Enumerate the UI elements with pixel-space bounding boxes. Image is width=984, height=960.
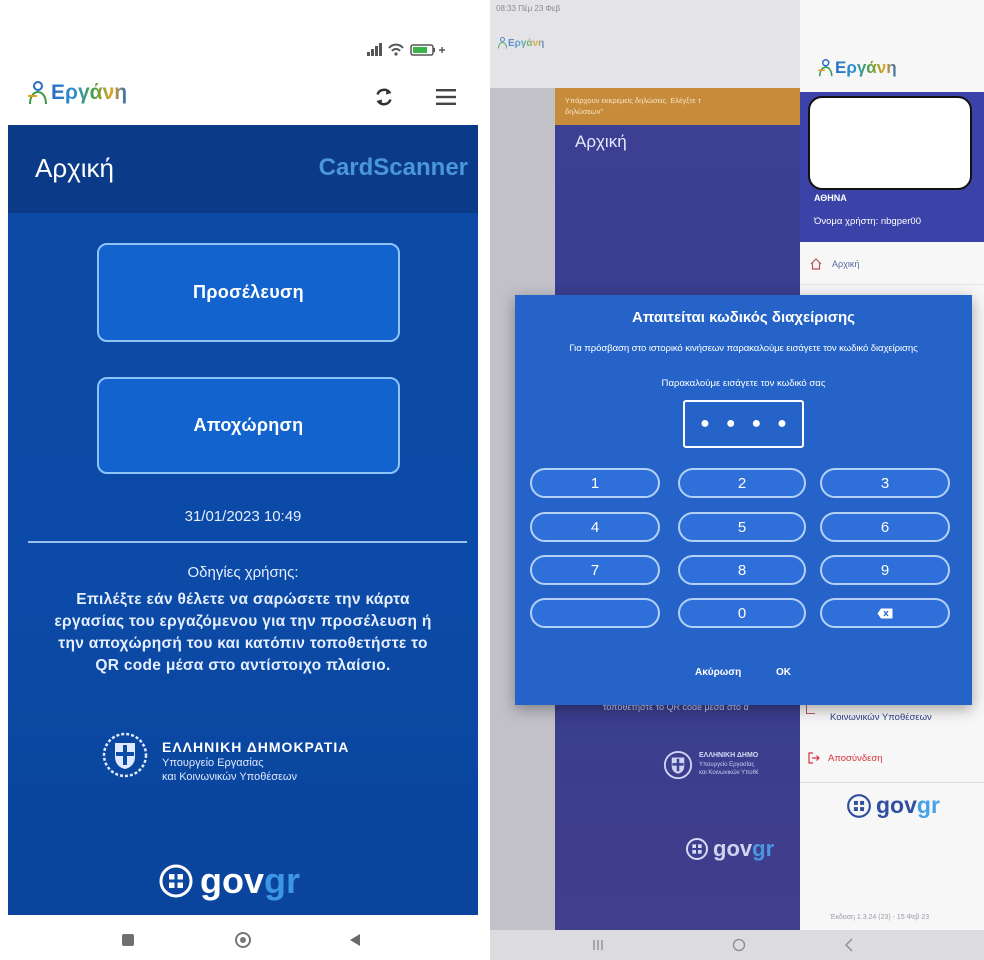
recents-icon[interactable] bbox=[122, 934, 134, 946]
keypad-key-backspace[interactable] bbox=[820, 598, 950, 628]
keypad-key-5[interactable]: 5 bbox=[678, 512, 806, 542]
checkout-button[interactable]: Αποχώρηση bbox=[97, 377, 400, 474]
govgr-text-gov: gov bbox=[200, 860, 265, 901]
back-icon[interactable] bbox=[349, 933, 361, 947]
divider bbox=[800, 284, 984, 285]
drawer-item-label: Αποσύνδεση bbox=[828, 752, 883, 764]
bg-app-logo: Εργάνη bbox=[496, 36, 544, 50]
keypad-key-0[interactable]: 0 bbox=[678, 598, 806, 628]
bg-emblem-line: Υπουργείο Εργασίας bbox=[699, 762, 755, 768]
greek-emblem-icon bbox=[663, 750, 693, 780]
banner-line: Υπάρχουν εκκρεμείς δηλώσεις. Ελέγξτε τ bbox=[565, 96, 701, 105]
page-title: Αρχική bbox=[35, 153, 115, 183]
pending-declarations-banner[interactable]: Υπάρχουν εκκρεμείς δηλώσεις. Ελέγξτε τ δ… bbox=[555, 88, 800, 125]
ok-button[interactable]: OK bbox=[776, 667, 791, 678]
keypad-key-blank[interactable] bbox=[530, 598, 660, 628]
instructions-line: QR code μέσα στο αντίστοιχο πλαίσιο. bbox=[95, 657, 391, 674]
tablet-nav-bar bbox=[490, 930, 984, 960]
keypad-key-1[interactable]: 1 bbox=[530, 468, 660, 498]
divider bbox=[28, 541, 467, 543]
app-logo-text: Εργάνη bbox=[51, 81, 128, 104]
keypad-key-9[interactable]: 9 bbox=[820, 555, 950, 585]
keypad-key-4[interactable]: 4 bbox=[530, 512, 660, 542]
checkin-button[interactable]: Προσέλευση bbox=[97, 243, 400, 342]
datetime: 31/01/2023 10:49 bbox=[184, 508, 302, 525]
govgr-icon bbox=[686, 838, 708, 860]
dialog-message: Για πρόσβαση στο ιστορικό κινήσεων παρακ… bbox=[569, 343, 918, 354]
govgr-icon bbox=[847, 793, 871, 818]
instructions-line: την αποχώρησή του και κατόπιν τοποθετήστ… bbox=[58, 635, 428, 652]
home-icon[interactable] bbox=[234, 931, 252, 949]
instructions-line: Επιλέξτε εάν θέλετε να σαρώσετε την κάρτ… bbox=[76, 591, 410, 608]
redacted-box bbox=[808, 96, 972, 190]
bg-govgr-gov: gov bbox=[713, 836, 753, 861]
backspace-icon bbox=[877, 608, 893, 618]
keypad-key-6[interactable]: 6 bbox=[820, 512, 950, 542]
cancel-button[interactable]: Ακύρωση bbox=[695, 667, 741, 678]
phone-screen: Εργάνη Αρχική CardScanner Προσέλευση Απο… bbox=[8, 0, 478, 960]
pin-input[interactable]: ●●●● bbox=[683, 400, 804, 448]
ergani-logo-icon bbox=[28, 81, 47, 105]
bg-govgr-logo: gov gr bbox=[685, 836, 774, 862]
drawer-city: ΑΘΗΝΑ bbox=[814, 193, 847, 203]
greek-emblem-icon bbox=[102, 732, 148, 778]
drawer-username: Όνομα χρήστη: nbgper00 bbox=[814, 216, 921, 227]
govgr-logo: gov gr bbox=[158, 860, 300, 902]
emblem-ministry-line: Υπουργείο Εργασίας bbox=[162, 757, 264, 769]
instructions-line: εργασίας του εργαζόμενου για την προσέλε… bbox=[54, 613, 432, 630]
refresh-icon[interactable] bbox=[373, 86, 395, 108]
drawer-item-label: Αρχική bbox=[832, 259, 860, 269]
tablet-screen: 08:33 Πέμ 23 Φεβ Εργάνη Υπάρχουν εκκρεμε… bbox=[490, 0, 984, 960]
govgr-icon bbox=[159, 864, 193, 898]
android-nav-bar bbox=[8, 915, 478, 960]
keypad-key-2[interactable]: 2 bbox=[678, 468, 806, 498]
cardscanner-label: CardScanner bbox=[318, 154, 468, 181]
pin-masked-value: ●●●● bbox=[700, 415, 803, 432]
drawer-logo: Εργάνη bbox=[816, 58, 897, 78]
status-bar-icons bbox=[367, 43, 445, 56]
govgr-text-gr: gr bbox=[264, 860, 301, 901]
drawer-logo-text: Εργάνη bbox=[835, 58, 897, 77]
drawer-item-logout[interactable]: Αποσύνδεση bbox=[808, 752, 883, 764]
home-icon[interactable] bbox=[732, 938, 746, 952]
bg-page-title: Αρχική bbox=[575, 132, 627, 151]
bg-app-logo-text: Εργάνη bbox=[508, 37, 545, 49]
app-version: Έκδοση 1.3.24 (23) - 15 Φεβ 23 bbox=[830, 914, 930, 921]
menu-icon[interactable] bbox=[435, 88, 457, 106]
dialog-title: Απαιτείται κωδικός διαχείρισης bbox=[632, 309, 855, 326]
bg-emblem-line: και Κοινωνικών Υποθέ bbox=[699, 770, 759, 776]
drawer-govgr-logo: gov gr bbox=[846, 792, 940, 819]
back-icon[interactable] bbox=[844, 938, 854, 952]
app-logo: Εργάνη bbox=[25, 80, 127, 106]
recents-icon[interactable] bbox=[592, 939, 604, 951]
instructions-title: Οδηγίες χρήσης: bbox=[187, 564, 299, 581]
ergani-logo-icon bbox=[818, 59, 833, 77]
dialog-prompt: Παρακαλούμε εισάγετε τον κωδικό σας bbox=[661, 378, 826, 389]
drawer-item-home[interactable]: Αρχική bbox=[810, 258, 859, 270]
tablet-status-time: 08:33 Πέμ 23 Φεβ bbox=[496, 4, 561, 13]
logout-icon bbox=[808, 752, 820, 764]
keypad-key-3[interactable]: 3 bbox=[820, 468, 950, 498]
social-affairs-icon bbox=[806, 704, 815, 714]
drawer-item-social-affairs[interactable]: Κοινωνικών Υποθέσεων bbox=[830, 712, 932, 723]
keypad-key-7[interactable]: 7 bbox=[530, 555, 660, 585]
home-icon bbox=[810, 258, 822, 270]
bg-emblem-title: ΕΛΛΗΝΙΚΗ ΔΗΜΟ bbox=[699, 752, 759, 759]
keypad-key-8[interactable]: 8 bbox=[678, 555, 806, 585]
divider bbox=[800, 782, 984, 783]
emblem-ministry-line: και Κοινωνικών Υποθέσεων bbox=[162, 771, 298, 783]
ergani-logo-icon bbox=[498, 37, 507, 49]
emblem-title: ΕΛΛΗΝΙΚΗ ΔΗΜΟΚΡΑΤΙΑ bbox=[162, 739, 350, 755]
drawer-govgr-gr: gr bbox=[916, 792, 940, 818]
bg-govgr-gr: gr bbox=[752, 836, 775, 861]
drawer-govgr-gov: gov bbox=[876, 792, 917, 818]
admin-pin-dialog: Απαιτείται κωδικός διαχείρισης Για πρόσβ… bbox=[515, 295, 972, 705]
banner-line: δηλώσεων" bbox=[565, 107, 604, 116]
